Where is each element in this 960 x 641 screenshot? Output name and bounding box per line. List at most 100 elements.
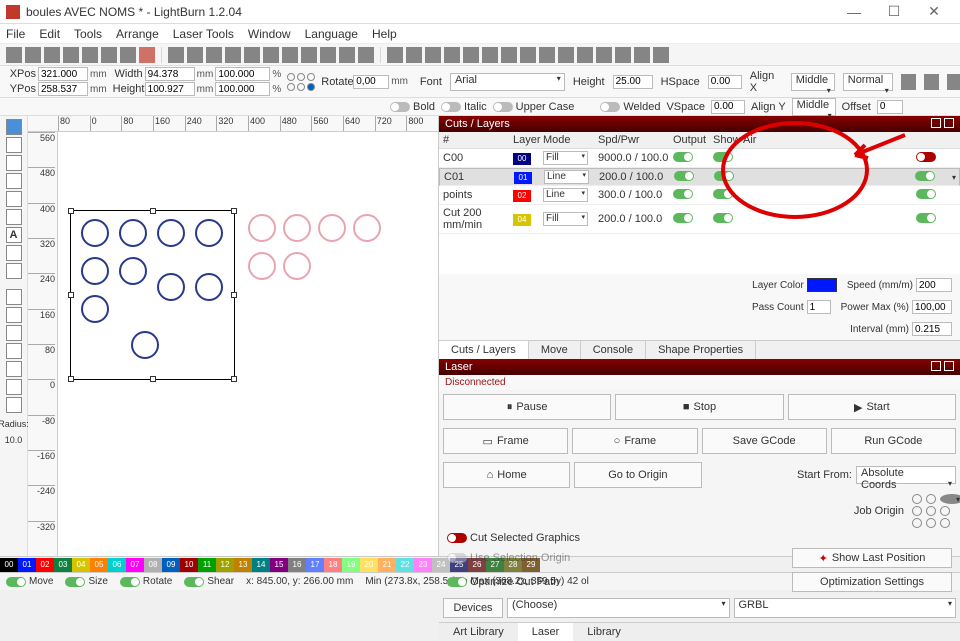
design-object[interactable] <box>119 219 147 247</box>
alignt-icon[interactable] <box>520 47 536 63</box>
alignl-icon[interactable] <box>463 47 479 63</box>
zoomsel-icon[interactable] <box>263 47 279 63</box>
color-swatch[interactable]: 16 <box>288 558 306 572</box>
undock-icon[interactable] <box>931 361 941 371</box>
color-swatch[interactable]: 02 <box>36 558 54 572</box>
paste-icon[interactable] <box>206 47 222 63</box>
air-toggle[interactable] <box>915 171 935 181</box>
alignr-icon[interactable] <box>501 47 517 63</box>
refresh-icon[interactable] <box>901 74 916 90</box>
design-object[interactable] <box>131 331 159 359</box>
color-swatch[interactable]: 09 <box>162 558 180 572</box>
passcount-input[interactable] <box>807 300 831 314</box>
xpos-input[interactable] <box>38 67 88 81</box>
alignb-icon[interactable] <box>558 47 574 63</box>
save-gcode-button[interactable]: Save GCode <box>702 428 827 454</box>
color-swatch[interactable]: 13 <box>234 558 252 572</box>
zoom-icon[interactable] <box>225 47 241 63</box>
fliph-icon[interactable] <box>425 47 441 63</box>
design-object[interactable] <box>248 252 276 280</box>
handle-tm[interactable] <box>150 208 156 214</box>
start-button[interactable]: ▶Start <box>788 394 956 420</box>
color-swatch[interactable]: 15 <box>270 558 288 572</box>
fheight-input[interactable] <box>613 75 653 89</box>
home-button[interactable]: ⌂Home <box>443 462 570 488</box>
color-swatch[interactable]: 00 <box>0 558 18 572</box>
export-icon[interactable] <box>120 47 136 63</box>
handle-tr[interactable] <box>231 208 237 214</box>
show-toggle[interactable] <box>713 152 733 162</box>
copy-icon[interactable] <box>187 47 203 63</box>
anchor-dot[interactable] <box>307 83 315 91</box>
showlast-button[interactable]: ✦Show Last Position <box>792 548 952 568</box>
boolean-tool-icon[interactable] <box>6 307 22 323</box>
design-object[interactable] <box>248 214 276 242</box>
undo-icon[interactable] <box>63 47 79 63</box>
design-object[interactable] <box>157 219 185 247</box>
color-swatch[interactable]: 17 <box>306 558 324 572</box>
tab-move[interactable]: Move <box>529 341 581 359</box>
air-toggle[interactable] <box>916 189 936 199</box>
color-swatch[interactable]: 06 <box>108 558 126 572</box>
layer-color-swatch[interactable] <box>807 278 837 292</box>
output-toggle[interactable] <box>673 213 693 223</box>
show-toggle[interactable] <box>714 171 734 181</box>
output-toggle[interactable] <box>674 171 694 181</box>
show-toggle[interactable] <box>713 189 733 199</box>
ypos-input[interactable] <box>38 82 88 96</box>
snap-tool-icon[interactable] <box>6 379 22 395</box>
powermax-input[interactable] <box>912 300 952 314</box>
color-swatch[interactable]: 11 <box>198 558 216 572</box>
layer-row[interactable]: C0101Line200.0 / 100.0 <box>439 168 960 186</box>
menu-window[interactable]: Window <box>248 27 291 41</box>
layer-row[interactable]: C0000Fill9000.0 / 100.0 <box>439 149 960 168</box>
tab-artlib[interactable]: Art Library <box>439 623 518 641</box>
anchor-dot[interactable] <box>287 73 295 81</box>
rotate-toggle[interactable] <box>120 577 140 587</box>
import-icon[interactable] <box>101 47 117 63</box>
upper-toggle[interactable] <box>493 102 513 112</box>
speed-input[interactable] <box>916 278 952 292</box>
menu-help[interactable]: Help <box>372 27 397 41</box>
layer-row[interactable]: points02Line300.0 / 100.0 <box>439 186 960 205</box>
output-toggle[interactable] <box>673 189 693 199</box>
aligny-select[interactable]: Middle <box>792 98 836 116</box>
bold-toggle[interactable] <box>390 102 410 112</box>
rect-tool-icon[interactable] <box>6 155 22 171</box>
design-object[interactable] <box>283 252 311 280</box>
offset-input[interactable] <box>877 100 903 114</box>
close-button[interactable]: ✕ <box>914 0 954 24</box>
boolean-icon[interactable] <box>615 47 631 63</box>
anchor-dot[interactable] <box>287 83 295 91</box>
tab-shape[interactable]: Shape Properties <box>646 341 756 359</box>
new-icon[interactable] <box>6 47 22 63</box>
menu-tools[interactable]: Tools <box>74 27 102 41</box>
show-toggle[interactable] <box>713 213 733 223</box>
startfrom-select[interactable]: Absolute Coords <box>856 466 956 484</box>
delete-icon[interactable] <box>139 47 155 63</box>
frame-circ-button[interactable]: ○Frame <box>572 428 697 454</box>
width-pct-input[interactable] <box>215 67 270 81</box>
tab-library[interactable]: Library <box>573 623 635 641</box>
design-object[interactable] <box>81 257 109 285</box>
mode-select[interactable]: Line <box>544 170 589 184</box>
color-swatch[interactable]: 18 <box>324 558 342 572</box>
alignm-icon[interactable] <box>539 47 555 63</box>
color-swatch[interactable]: 05 <box>90 558 108 572</box>
color-swatch[interactable]: 04 <box>72 558 90 572</box>
design-object[interactable] <box>81 219 109 247</box>
menu-file[interactable]: File <box>6 27 25 41</box>
color-swatch[interactable]: 10 <box>180 558 198 572</box>
hspace-input[interactable] <box>708 75 742 89</box>
design-object[interactable] <box>195 219 223 247</box>
color-swatch[interactable]: 20 <box>360 558 378 572</box>
color-swatch[interactable]: 23 <box>414 558 432 572</box>
menu-arrange[interactable]: Arrange <box>116 27 159 41</box>
device-icon[interactable] <box>358 47 374 63</box>
close-panel-icon[interactable] <box>944 361 954 371</box>
group-icon[interactable] <box>387 47 403 63</box>
design-object[interactable] <box>283 214 311 242</box>
color-swatch[interactable]: 22 <box>396 558 414 572</box>
cut-icon[interactable] <box>168 47 184 63</box>
select-tool-icon[interactable] <box>6 119 22 135</box>
